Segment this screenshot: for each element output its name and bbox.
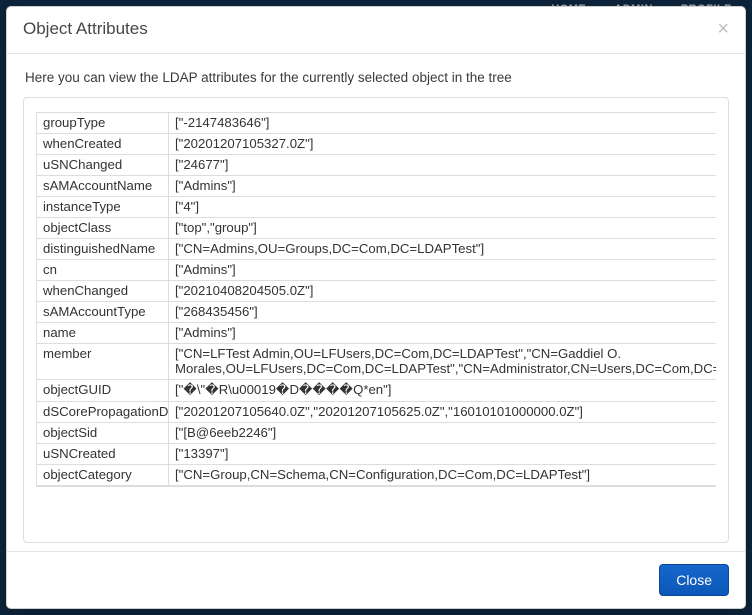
attr-key: whenChanged xyxy=(37,281,169,302)
attr-value: ["[B@6eeb2246"] xyxy=(169,423,717,444)
attr-key: sAMAccountType xyxy=(37,302,169,323)
attr-value: ["CN=Admins,OU=Groups,DC=Com,DC=LDAPTest… xyxy=(169,239,717,260)
attr-value: ["Admins"] xyxy=(169,323,717,344)
table-row: distinguishedName["CN=Admins,OU=Groups,D… xyxy=(37,239,717,260)
attr-value: ["4"] xyxy=(169,197,717,218)
modal-header: Object Attributes × xyxy=(7,7,745,54)
attributes-panel: groupType["-2147483646"]whenCreated["202… xyxy=(23,97,729,543)
table-row: whenChanged["20210408204505.0Z"] xyxy=(37,281,717,302)
attr-value: ["268435456"] xyxy=(169,302,717,323)
attr-value: ["CN=LFTest Admin,OU=LFUsers,DC=Com,DC=L… xyxy=(169,344,717,380)
table-row: uSNChanged["24677"] xyxy=(37,155,717,176)
table-row: groupType["-2147483646"] xyxy=(37,113,717,134)
attr-key: uSNChanged xyxy=(37,155,169,176)
modal-body: Here you can view the LDAP attributes fo… xyxy=(7,54,745,551)
attr-key: member xyxy=(37,344,169,380)
attr-key: cn xyxy=(37,260,169,281)
attr-key: whenCreated xyxy=(37,134,169,155)
attr-value: ["20210408204505.0Z"] xyxy=(169,281,717,302)
attr-key: objectSid xyxy=(37,423,169,444)
attr-value: ["Admins"] xyxy=(169,176,717,197)
modal-description: Here you can view the LDAP attributes fo… xyxy=(25,70,729,85)
attr-key: objectGUID xyxy=(37,380,169,402)
table-row: name["Admins"] xyxy=(37,323,717,344)
attr-key: dSCorePropagationData xyxy=(37,402,169,423)
attr-value: ["Admins"] xyxy=(169,260,717,281)
attr-key: instanceType xyxy=(37,197,169,218)
table-row: member["CN=LFTest Admin,OU=LFUsers,DC=Co… xyxy=(37,344,717,380)
table-row: objectGUID["�\"�R\u00019�D����Q*en"] xyxy=(37,380,717,402)
close-button[interactable]: Close xyxy=(659,564,729,596)
table-row: whenCreated["20201207105327.0Z"] xyxy=(37,134,717,155)
attr-key: name xyxy=(37,323,169,344)
modal-title: Object Attributes xyxy=(23,19,148,39)
close-icon[interactable]: × xyxy=(717,19,729,39)
table-row: uSNCreated["13397"] xyxy=(37,444,717,465)
attributes-table: groupType["-2147483646"]whenCreated["202… xyxy=(36,112,716,486)
attr-value: ["-2147483646"] xyxy=(169,113,717,134)
attr-value: ["�\"�R\u00019�D����Q*en"] xyxy=(169,380,717,402)
attr-key: uSNCreated xyxy=(37,444,169,465)
table-row: objectClass["top","group"] xyxy=(37,218,717,239)
attr-key: groupType xyxy=(37,113,169,134)
attributes-table-scroll[interactable]: groupType["-2147483646"]whenCreated["202… xyxy=(36,112,716,487)
attr-value: ["20201207105640.0Z","20201207105625.0Z"… xyxy=(169,402,717,423)
attr-key: sAMAccountName xyxy=(37,176,169,197)
attr-value: ["20201207105327.0Z"] xyxy=(169,134,717,155)
table-row: sAMAccountName["Admins"] xyxy=(37,176,717,197)
attr-key: objectCategory xyxy=(37,465,169,486)
modal-footer: Close xyxy=(7,551,745,608)
table-row: instanceType["4"] xyxy=(37,197,717,218)
table-row: cn["Admins"] xyxy=(37,260,717,281)
attr-key: objectClass xyxy=(37,218,169,239)
attr-value: ["top","group"] xyxy=(169,218,717,239)
attr-value: ["13397"] xyxy=(169,444,717,465)
table-row: objectCategory["CN=Group,CN=Schema,CN=Co… xyxy=(37,465,717,486)
attr-value: ["CN=Group,CN=Schema,CN=Configuration,DC… xyxy=(169,465,717,486)
attr-value: ["24677"] xyxy=(169,155,717,176)
table-row: objectSid["[B@6eeb2246"] xyxy=(37,423,717,444)
table-row: dSCorePropagationData["20201207105640.0Z… xyxy=(37,402,717,423)
object-attributes-modal: Object Attributes × Here you can view th… xyxy=(6,6,746,609)
attr-key: distinguishedName xyxy=(37,239,169,260)
table-row: sAMAccountType["268435456"] xyxy=(37,302,717,323)
